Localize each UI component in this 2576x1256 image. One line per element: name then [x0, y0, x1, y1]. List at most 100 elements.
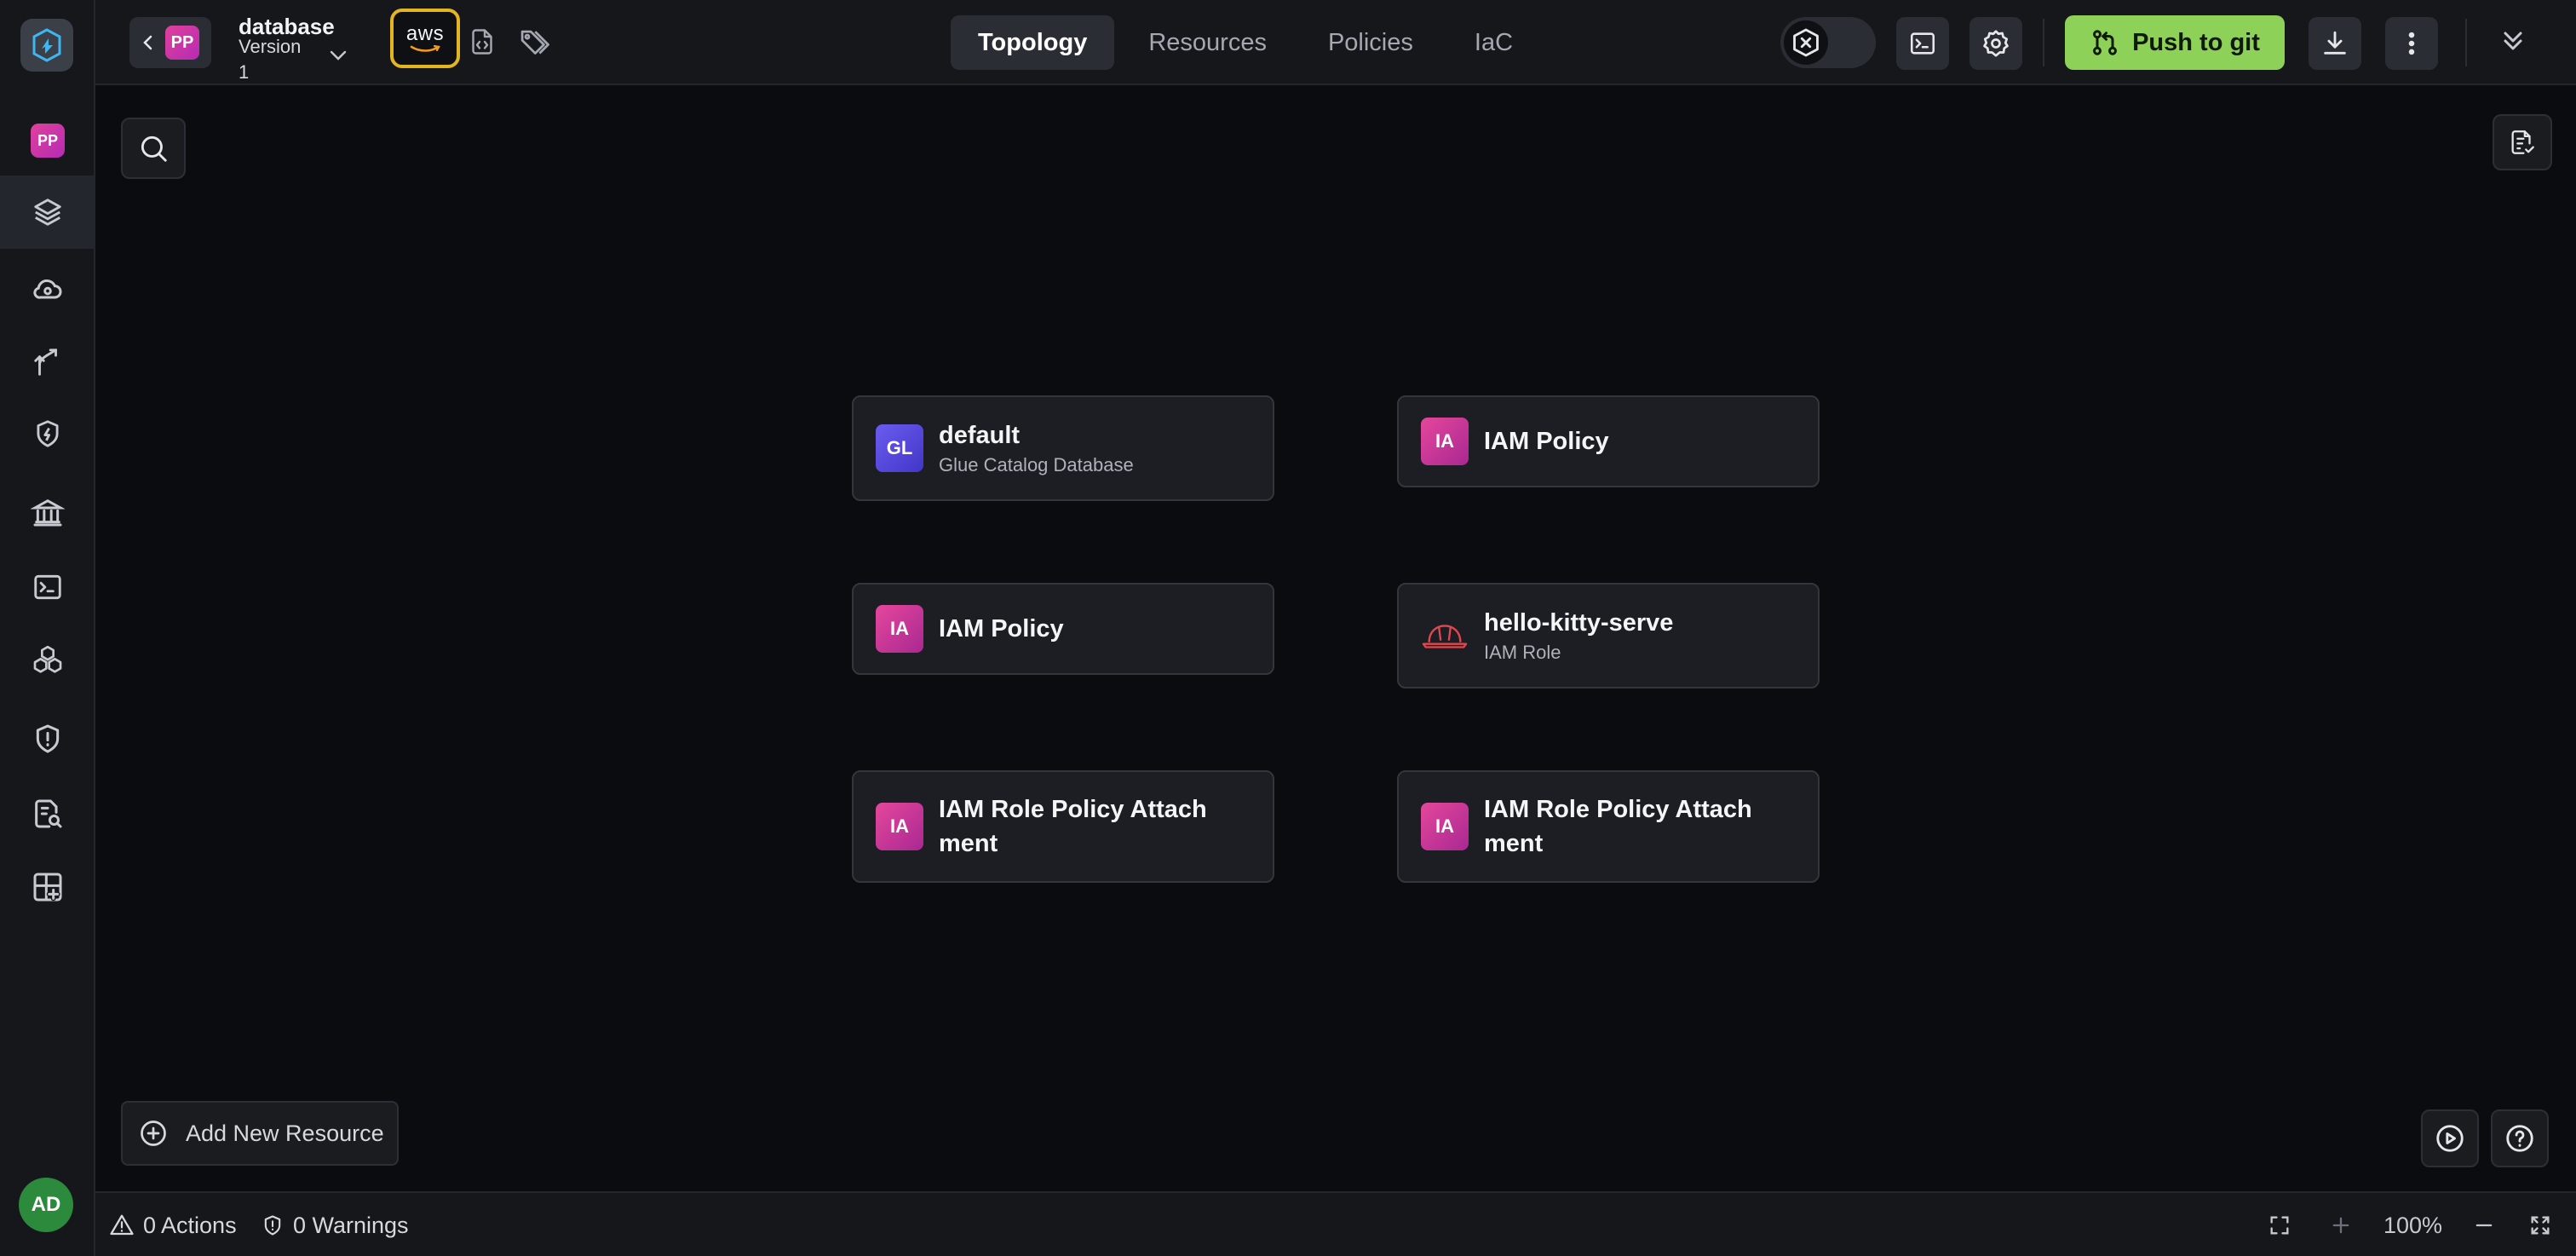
- toolbar-divider: [2043, 19, 2044, 66]
- node-title: IAM Policy: [939, 615, 1064, 642]
- fit-view-button[interactable]: [2268, 1193, 2291, 1256]
- shield-bolt-icon: [37, 420, 59, 447]
- actions-status[interactable]: 0 Actions: [109, 1193, 237, 1256]
- more-options-button[interactable]: [2385, 17, 2438, 70]
- minus-icon: [2475, 1224, 2493, 1227]
- download-icon: [2324, 31, 2346, 55]
- tab-resources[interactable]: Resources: [1121, 15, 1294, 70]
- shield-alert-icon: [36, 724, 60, 753]
- rail-branch-item[interactable]: [0, 326, 95, 399]
- rail-alerts-item[interactable]: [0, 702, 95, 775]
- fit-view-icon: [2270, 1216, 2289, 1235]
- back-button[interactable]: PP: [129, 17, 211, 68]
- toolbar-divider: [2465, 19, 2467, 66]
- node-title-line-2: ment: [1484, 830, 1544, 857]
- iam-icon: IA: [876, 605, 923, 653]
- tab-policies[interactable]: Policies: [1301, 15, 1440, 70]
- push-to-git-button[interactable]: Push to git: [2065, 15, 2285, 70]
- warnings-status[interactable]: 0 Warnings: [261, 1193, 409, 1256]
- actions-count: 0 Actions: [143, 1212, 237, 1238]
- variables-toggle[interactable]: [1780, 17, 1876, 68]
- aws-label: aws: [405, 22, 445, 45]
- rail-terminal-item[interactable]: [0, 550, 95, 624]
- project-avatar: PP: [31, 124, 65, 158]
- git-pull-request-icon: [2093, 30, 2118, 55]
- iam-icon: IA: [1421, 418, 1469, 465]
- aws-provider-button[interactable]: aws: [390, 9, 460, 68]
- rail-layers-item[interactable]: [0, 176, 95, 249]
- zoom-in-button[interactable]: [2329, 1193, 2353, 1256]
- resource-node-default[interactable]: GL default Glue Catalog Database: [852, 395, 1274, 501]
- tab-iac[interactable]: IaC: [1447, 15, 1540, 70]
- code-file-icon: [472, 29, 492, 55]
- node-subtitle: IAM Role: [1484, 642, 1561, 663]
- document-check-icon: [2511, 130, 2534, 154]
- rail-cloud-item[interactable]: [0, 252, 95, 326]
- resource-node-hello-kitty-serve[interactable]: hello-kitty-serve IAM Role: [1397, 583, 1820, 688]
- settings-button[interactable]: [1969, 17, 2022, 70]
- status-bar: 0 Actions 0 Warnings 100%: [95, 1191, 2576, 1256]
- chevrons-down-icon: [2504, 32, 2522, 50]
- rail-bank-item[interactable]: [0, 475, 95, 549]
- tab-topology[interactable]: Topology: [951, 15, 1115, 70]
- chevron-left-icon: [143, 35, 152, 50]
- canvas-summary-button[interactable]: [2493, 114, 2552, 170]
- search-icon: [141, 135, 167, 162]
- help-button[interactable]: [2491, 1109, 2549, 1167]
- resource-node-iam-role-policy-attachment[interactable]: IA IAM Role Policy Attach ment: [1397, 770, 1820, 883]
- rail-add-widget-item[interactable]: [0, 850, 95, 924]
- rail-project-item[interactable]: PP: [0, 104, 95, 177]
- glue-catalog-icon: GL: [876, 424, 923, 472]
- bank-icon: [31, 498, 65, 527]
- iam-icon: IA: [1421, 803, 1469, 850]
- user-avatar[interactable]: AD: [19, 1178, 73, 1232]
- node-title: default: [939, 422, 1021, 449]
- warning-triangle-icon: [110, 1214, 134, 1236]
- aws-smile-icon: [410, 44, 440, 52]
- code-file-button[interactable]: [467, 22, 497, 61]
- version-dropdown[interactable]: [327, 48, 349, 63]
- variable-hexagon-icon: [1784, 20, 1828, 65]
- tags-icon: [520, 30, 549, 55]
- top-bar: PP database Version 1 aws Topology Resou…: [95, 0, 2576, 85]
- gear-icon: [1983, 30, 2009, 57]
- canvas-search-button[interactable]: [121, 118, 186, 179]
- cloud-search-icon: [33, 279, 62, 299]
- console-button[interactable]: [1896, 17, 1949, 70]
- chevron-down-icon: [330, 50, 347, 60]
- add-new-resource-button[interactable]: Add New Resource: [121, 1101, 399, 1166]
- node-title-line-1: IAM Role Policy Attach: [1484, 796, 1752, 823]
- rail-modules-item[interactable]: [0, 624, 95, 697]
- node-title: hello-kitty-serve: [1484, 609, 1674, 637]
- plus-icon: [2332, 1217, 2349, 1234]
- view-tabs: Topology Resources Policies IaC: [951, 15, 1540, 70]
- left-rail: PP AD: [0, 0, 95, 1256]
- zoom-level-text: 100%: [2383, 1212, 2443, 1238]
- collapse-button[interactable]: [2498, 26, 2528, 56]
- resource-node-iam-policy[interactable]: IA IAM Policy: [1397, 395, 1820, 487]
- terminal-icon: [34, 574, 61, 600]
- layers-icon: [34, 199, 61, 226]
- fullscreen-button[interactable]: [2528, 1193, 2552, 1256]
- terminal-icon: [1910, 32, 1935, 55]
- app-logo-icon[interactable]: [20, 19, 73, 72]
- fullscreen-icon: [2531, 1216, 2550, 1235]
- tags-button[interactable]: [518, 22, 555, 61]
- resource-node-iam-policy[interactable]: IA IAM Policy: [852, 583, 1274, 675]
- document-search-icon: [35, 799, 62, 828]
- hardhat-icon: [1421, 612, 1469, 660]
- zoom-out-button[interactable]: [2472, 1193, 2496, 1256]
- download-button[interactable]: [2309, 17, 2361, 70]
- project-badge: PP: [165, 26, 199, 60]
- node-title-line-1: IAM Role Policy Attach: [939, 796, 1207, 823]
- rail-reports-item[interactable]: [0, 777, 95, 850]
- play-tour-button[interactable]: [2421, 1109, 2479, 1167]
- play-circle-icon: [2436, 1125, 2464, 1152]
- resource-node-iam-role-policy-attachment[interactable]: IA IAM Role Policy Attach ment: [852, 770, 1274, 883]
- iam-icon: IA: [876, 803, 923, 850]
- node-subtitle: Glue Catalog Database: [939, 454, 1134, 475]
- cubes-icon: [33, 645, 62, 673]
- shield-alert-icon: [264, 1215, 281, 1236]
- rail-security-item[interactable]: [0, 397, 95, 470]
- node-title-line-2: ment: [939, 830, 998, 857]
